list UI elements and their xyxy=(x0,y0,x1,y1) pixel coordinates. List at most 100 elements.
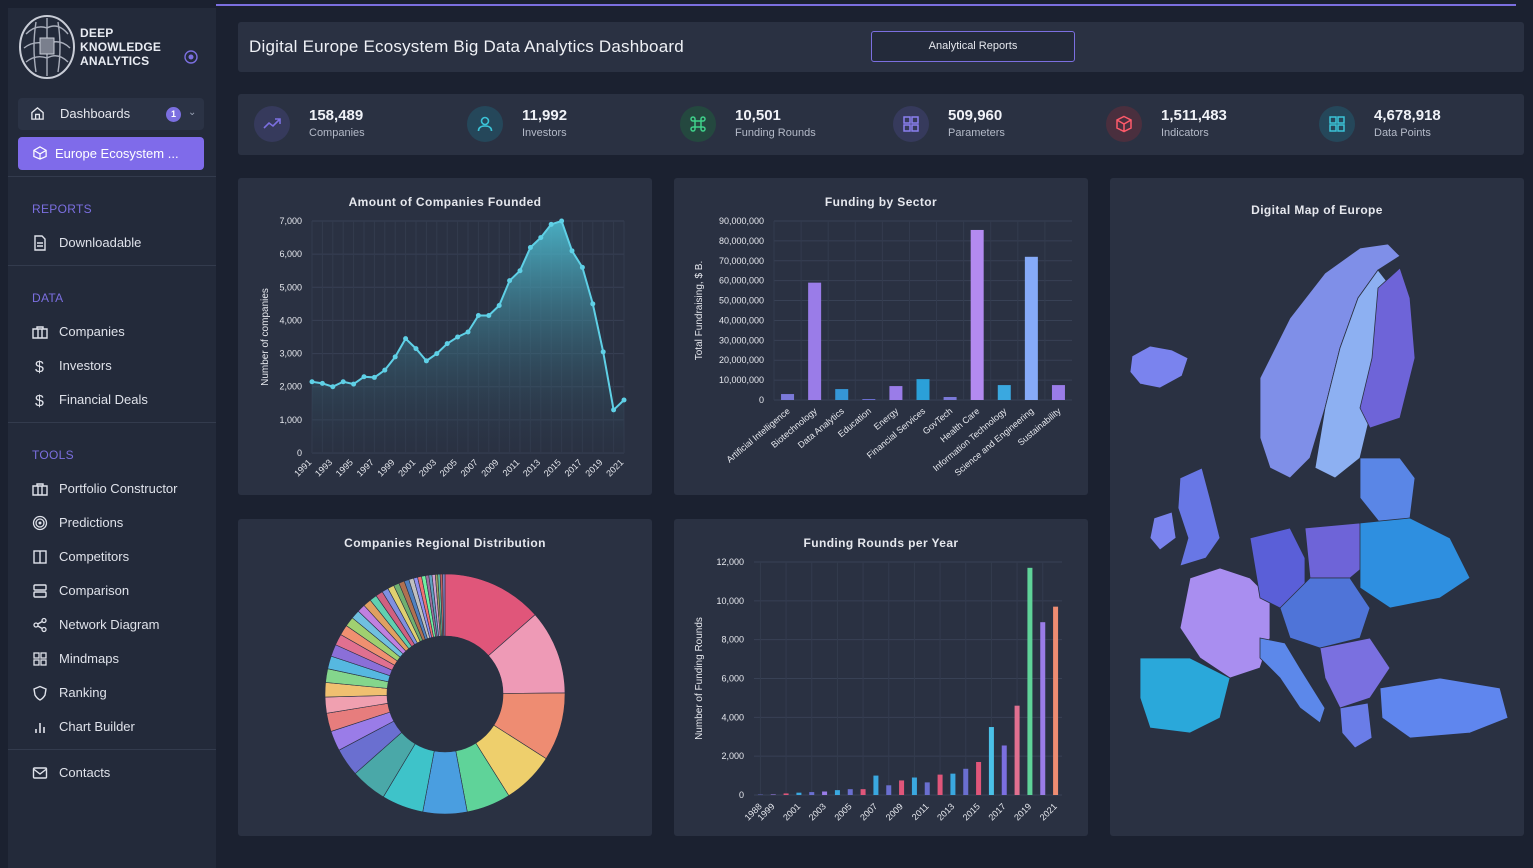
svg-text:$: $ xyxy=(35,393,44,408)
bar xyxy=(1051,385,1065,400)
map-region[interactable] xyxy=(1379,677,1509,739)
stat-companies: 158,489 Companies xyxy=(238,94,438,155)
y-tick-label: 1,000 xyxy=(279,415,302,425)
card-title: Funding Rounds per Year xyxy=(803,536,959,550)
x-tick-label: 2013 xyxy=(935,801,956,822)
stat-investors: 11,992 Investors xyxy=(451,94,651,155)
x-tick-label: 2015 xyxy=(961,801,982,822)
svg-text:$: $ xyxy=(35,359,44,374)
divider xyxy=(8,422,216,423)
y-tick-label: 2,000 xyxy=(279,382,302,392)
bar xyxy=(1053,606,1059,795)
bar xyxy=(822,791,828,795)
bar xyxy=(860,789,866,795)
map-region[interactable] xyxy=(1304,522,1369,579)
map-region[interactable] xyxy=(1359,517,1471,609)
share-icon xyxy=(33,617,47,633)
sidebar-item-ranking[interactable]: Ranking xyxy=(32,683,212,703)
sidebar-item-europe-ecosystem[interactable]: Europe Ecosystem ... xyxy=(18,137,204,170)
chevron-down-icon[interactable]: ⌄ xyxy=(188,107,196,118)
stat-icon-circle xyxy=(680,106,716,142)
logo[interactable]: DEEP KNOWLEDGE ANALYTICS xyxy=(16,14,206,82)
y-tick-label: 30,000,000 xyxy=(719,335,764,345)
dashboards-count-badge: 1 xyxy=(166,107,181,122)
sidebar-item-portfolio-constructor[interactable]: Portfolio Constructor xyxy=(32,479,212,499)
divider xyxy=(8,176,216,177)
sidebar-item-label: Chart Builder xyxy=(59,719,135,734)
brand-line: ANALYTICS xyxy=(80,54,150,68)
y-tick-label: 12,000 xyxy=(716,557,744,567)
sidebar-item-contacts[interactable]: Contacts xyxy=(32,763,212,783)
map-region[interactable] xyxy=(1359,457,1416,524)
y-tick-label: 0 xyxy=(297,448,302,458)
data-point xyxy=(507,278,513,284)
y-tick-label: 50,000,000 xyxy=(719,296,764,306)
y-tick-label: 20,000,000 xyxy=(719,355,764,365)
sidebar-item-investors[interactable]: $ Investors xyxy=(32,356,212,376)
data-point xyxy=(548,221,554,227)
map-region[interactable] xyxy=(1319,637,1391,709)
x-tick-label: 2019 xyxy=(1012,801,1033,822)
y-tick-label: 7,000 xyxy=(279,216,302,226)
target-icon xyxy=(32,515,48,531)
y-axis-label: Number of Funding Rounds xyxy=(694,617,705,740)
data-point xyxy=(371,374,377,380)
map-region[interactable] xyxy=(1177,467,1221,567)
section-tools: TOOLS xyxy=(32,448,74,462)
dollar-icon: $ xyxy=(35,393,44,408)
briefcase-icon xyxy=(32,483,48,496)
section-data: DATA xyxy=(32,291,64,305)
bar xyxy=(1040,622,1046,795)
bar xyxy=(976,761,982,795)
sidebar-item-label: Mindmaps xyxy=(59,651,119,666)
sidebar-item-companies[interactable]: Companies xyxy=(32,322,212,342)
x-tick-label: 2021 xyxy=(604,457,625,478)
sidebar-item-competitors[interactable]: Competitors xyxy=(32,547,212,567)
sidebar-item-financial-deals[interactable]: $ Financial Deals xyxy=(32,390,212,410)
map-region[interactable] xyxy=(1149,511,1177,551)
bar xyxy=(781,394,795,400)
x-tick-label: 2003 xyxy=(807,801,828,822)
map-region[interactable] xyxy=(1259,637,1326,724)
target-icon[interactable] xyxy=(184,50,198,64)
x-tick-label: 2005 xyxy=(438,457,459,478)
grid-icon xyxy=(903,116,919,132)
analytical-reports-button[interactable]: Analytical Reports xyxy=(871,31,1075,62)
bar xyxy=(770,794,776,795)
stat-label: Indicators xyxy=(1161,127,1209,139)
sidebar-item-mindmaps[interactable]: Mindmaps xyxy=(32,649,212,669)
sidebar-item-network-diagram[interactable]: Network Diagram xyxy=(32,615,212,635)
x-tick-label: 2001 xyxy=(781,801,802,822)
bar xyxy=(886,785,892,795)
briefcase-icon xyxy=(32,326,48,339)
map-region[interactable] xyxy=(1339,702,1373,749)
data-point xyxy=(434,351,440,357)
dashboards-menu[interactable]: Dashboards 1 ⌄ xyxy=(18,98,204,130)
y-tick-label: 2,000 xyxy=(721,751,744,761)
stat-value: 4,678,918 xyxy=(1374,107,1441,124)
sidebar-item-chart-builder[interactable]: Chart Builder xyxy=(32,717,212,737)
bar xyxy=(889,386,903,400)
bar xyxy=(911,777,917,795)
europe-map[interactable] xyxy=(1110,178,1524,836)
bar xyxy=(937,774,943,795)
data-point xyxy=(330,384,336,390)
stat-value: 158,489 xyxy=(309,107,364,124)
sidebar-item-comparison[interactable]: Comparison xyxy=(32,581,212,601)
data-point xyxy=(496,303,502,309)
x-tick-label: 1995 xyxy=(334,457,355,478)
brand-line: KNOWLEDGE xyxy=(80,40,162,54)
map-region[interactable] xyxy=(1129,345,1189,389)
stat-funding-rounds: 10,501 Funding Rounds xyxy=(664,94,864,155)
sidebar-item-downloadable[interactable]: Downloadable xyxy=(32,233,212,253)
x-tick-label: 2007 xyxy=(459,457,480,478)
box-icon xyxy=(33,146,47,160)
sidebar-item-predictions[interactable]: Predictions xyxy=(32,513,212,533)
bar xyxy=(924,782,930,795)
dashboards-label: Dashboards xyxy=(60,106,131,121)
card-title: Amount of Companies Founded xyxy=(348,195,542,209)
europe-map-card: Digital Map of Europe xyxy=(1110,178,1524,836)
section-reports: REPORTS xyxy=(32,202,92,216)
data-point xyxy=(361,374,367,380)
y-tick-label: 10,000,000 xyxy=(719,375,764,385)
